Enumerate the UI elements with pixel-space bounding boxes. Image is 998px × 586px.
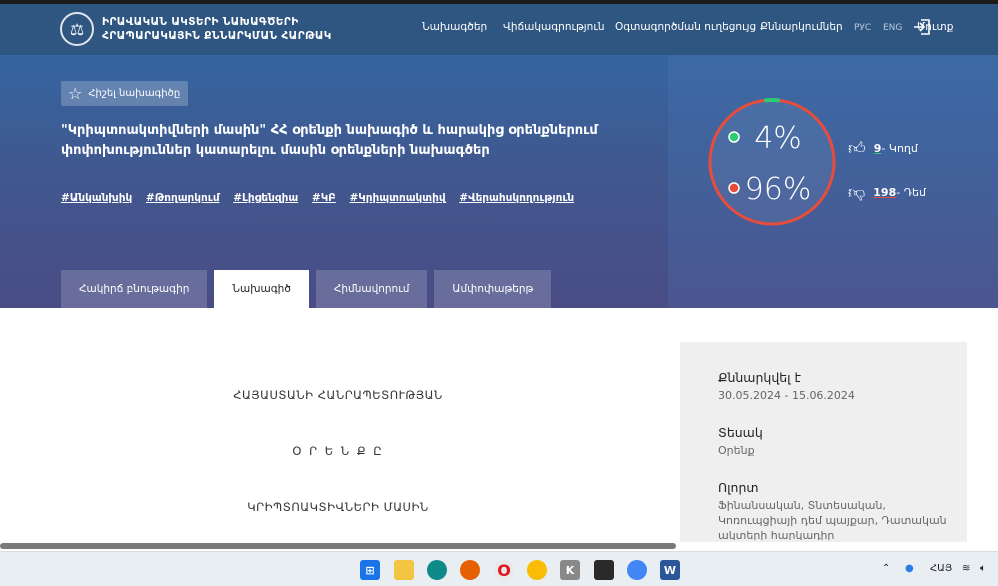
no-votes[interactable]: 👎︎ 198 - Դեմ bbox=[848, 182, 926, 203]
tag-link[interactable]: #Կրիպտոակտիվ bbox=[350, 192, 446, 204]
thumbs-up-icon: 👍︎ bbox=[848, 139, 866, 159]
nav-projects[interactable]: Նախագծեր bbox=[422, 21, 487, 33]
yes-votes[interactable]: 👍︎ 9 - Կողմ bbox=[848, 138, 918, 159]
remember-project-button[interactable]: ☆ Հիշել նախագիծը bbox=[61, 81, 188, 106]
login-button[interactable]: Մուտք bbox=[912, 18, 953, 36]
discussed-label: Քննարկվել է bbox=[718, 370, 801, 385]
yes-dot-icon bbox=[728, 131, 740, 143]
chrome-icon[interactable] bbox=[527, 560, 547, 580]
project-hero: ☆ Հիշել նախագիծը "Կրիպտոակտիվների մասին"… bbox=[0, 55, 668, 308]
tag-link[interactable]: #Անկանխիկ bbox=[61, 192, 132, 204]
logo-line-1: ԻՐԱՎԱԿԱՆ ԱԿՏԵՐԻ ՆԱԽԱԳԾԵՐԻ bbox=[102, 16, 299, 28]
login-label: Մուտք bbox=[917, 21, 954, 33]
tag-list: #Անկանխիկ #Թողարկում #Լիցենզիա #ԿԲ #Կրիպ… bbox=[61, 192, 584, 204]
site-header: ⚖ ԻՐԱՎԱԿԱՆ ԱԿՏԵՐԻ ՆԱԽԱԳԾԵՐԻ ՀՐԱՊԱՐԱԿԱՅԻՆ… bbox=[0, 4, 998, 55]
project-tabs: Հակիրճ բնութագիր Նախագիծ Հիմնավորում Ամփ… bbox=[61, 270, 558, 308]
nav-discussions[interactable]: Քննարկումներ bbox=[760, 21, 843, 33]
app-k-icon[interactable]: K bbox=[560, 560, 580, 580]
word-icon[interactable]: W bbox=[660, 560, 680, 580]
opera-icon[interactable]: O bbox=[494, 560, 514, 580]
vote-donut: 4% 96% bbox=[708, 98, 836, 226]
windows-start-icon[interactable]: ⊞ bbox=[360, 560, 380, 580]
chrome-active-icon[interactable] bbox=[627, 560, 647, 580]
logo-line-2: ՀՐԱՊԱՐԱԿԱՅԻՆ ՔՆՆԱՐԿՄԱՆ ՀԱՐԹԱԿ bbox=[102, 30, 332, 42]
tab-draft[interactable]: Նախագիծ bbox=[214, 270, 309, 308]
edge-icon[interactable] bbox=[427, 560, 447, 580]
yes-label: - Կողմ bbox=[881, 142, 918, 155]
doc-heading-title: ԿՐԻՊՏՈԱԿՏԻՎՆԵՐԻ ՄԱՍԻՆ bbox=[247, 500, 429, 514]
file-explorer-icon[interactable] bbox=[394, 560, 414, 580]
tag-link[interactable]: #Լիցենզիա bbox=[233, 192, 298, 204]
sticky-notes-icon[interactable] bbox=[594, 560, 614, 580]
tag-link[interactable]: #ԿԲ bbox=[312, 192, 336, 204]
firefox-icon[interactable] bbox=[460, 560, 480, 580]
tag-link[interactable]: #Վերահսկողություն bbox=[459, 192, 574, 204]
remember-project-label: Հիշել նախագիծը bbox=[88, 88, 181, 99]
scales-emblem-icon: ⚖ bbox=[60, 12, 94, 46]
taskbar: ⊞ O K W ⌃ ● ՀԱՅ ≋ 🔈︎ bbox=[0, 551, 998, 586]
doc-heading-law: Օ Ր Ե Ն Ք Ը bbox=[292, 444, 384, 458]
nav-user-guide[interactable]: Օգտագործման ուղեցույց bbox=[615, 21, 756, 33]
lang-en[interactable]: ENG bbox=[883, 23, 902, 33]
thumbs-down-icon: 👎︎ bbox=[848, 183, 866, 203]
no-dot-icon bbox=[728, 182, 740, 194]
wifi-icon[interactable]: ≋ bbox=[962, 563, 970, 574]
yes-percent: 4% bbox=[754, 121, 802, 156]
doc-heading-republic: ՀԱՅԱՍՏԱՆԻ ՀԱՆՐԱՊԵՏՈՒԹՅԱՆ bbox=[233, 388, 443, 402]
security-icon[interactable]: ● bbox=[905, 563, 914, 574]
no-count: 198 bbox=[873, 186, 897, 199]
volume-icon[interactable]: 🔈︎ bbox=[980, 563, 986, 574]
document-body: ՀԱՅԱՍՏԱՆԻ ՀԱՆՐԱՊԵՏՈՒԹՅԱՆ Օ Ր Ե Ն Ք Ը ԿՐԻ… bbox=[0, 308, 680, 543]
area-label: Ոլորտ bbox=[718, 480, 759, 495]
star-icon: ☆ bbox=[68, 84, 83, 103]
tab-summary-sheet[interactable]: Ամփոփաթերթ bbox=[434, 270, 552, 308]
area-value: Ֆինանսական, Տնտեսական, Կոռուպցիայի դեմ պ… bbox=[718, 499, 947, 540]
horizontal-scrollbar[interactable] bbox=[0, 543, 676, 549]
info-card: Քննարկվել է 30.05.2024 - 15.06.2024 Տեսա… bbox=[680, 342, 967, 542]
yes-count: 9 bbox=[873, 142, 882, 155]
discussed-dates: 30.05.2024 - 15.06.2024 bbox=[718, 389, 855, 402]
no-percent: 96% bbox=[745, 172, 812, 207]
type-label: Տեսակ bbox=[718, 425, 763, 440]
site-logo[interactable]: ⚖ ԻՐԱՎԱԿԱՆ ԱԿՏԵՐԻ ՆԱԽԱԳԾԵՐԻ ՀՐԱՊԱՐԱԿԱՅԻՆ… bbox=[60, 12, 332, 46]
input-language[interactable]: ՀԱՅ bbox=[930, 563, 952, 574]
tab-justification[interactable]: Հիմնավորում bbox=[315, 270, 428, 308]
no-label: - Դեմ bbox=[896, 186, 926, 199]
tab-summary[interactable]: Հակիրճ բնութագիր bbox=[61, 270, 208, 308]
project-title: "Կրիպտոակտիվների մասին" ՀՀ օրենքի նախագի… bbox=[61, 123, 598, 158]
nav-statistics[interactable]: Վիճակագրություն bbox=[503, 21, 605, 33]
type-value: Օրենք bbox=[718, 444, 755, 457]
tag-link[interactable]: #Թողարկում bbox=[146, 192, 220, 204]
tray-chevron-icon[interactable]: ⌃ bbox=[882, 563, 890, 574]
lang-ru[interactable]: РУС bbox=[854, 23, 871, 33]
